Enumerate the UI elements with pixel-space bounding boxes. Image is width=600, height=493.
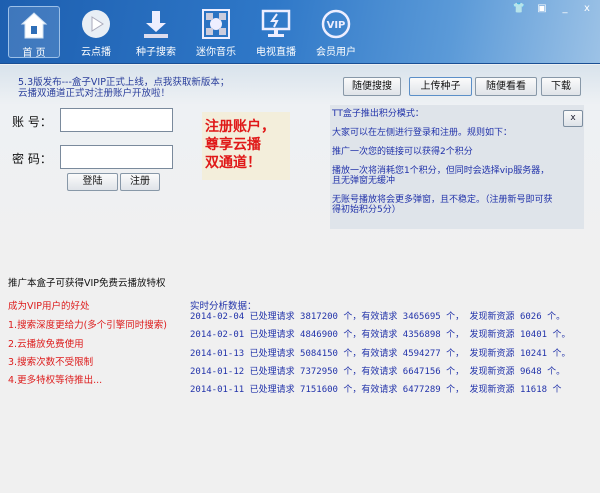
stats-row: 2014-01-11 已处理请求 7151600 个，有效请求 6477289 … xyxy=(190,385,562,395)
stats-row: 2014-01-13 已处理请求 5084150 个，有效请求 4594277 … xyxy=(190,349,571,359)
password-label: 密 码： xyxy=(12,152,52,166)
stats-row: 2014-01-12 已处理请求 7372950 个，有效请求 6647156 … xyxy=(190,367,566,377)
minimize-button[interactable]: _ xyxy=(558,3,572,14)
account-input[interactable] xyxy=(60,108,173,132)
nav-torrent-search[interactable]: 种子搜索 xyxy=(130,6,182,58)
vip-icon: VIP xyxy=(321,9,351,39)
play-icon xyxy=(82,10,110,38)
random-search-button[interactable]: 随便搜搜 xyxy=(343,77,401,96)
panel-close-button[interactable]: x xyxy=(563,110,583,127)
nav-mini-music[interactable]: 迷你音乐 xyxy=(190,6,242,58)
vip-benefit-item: 3.搜索次数不受限制 xyxy=(8,357,94,368)
register-promo[interactable]: 注册账户， 尊享云播 双通道！ xyxy=(202,112,290,180)
password-input[interactable] xyxy=(60,145,173,169)
points-info-panel: TT盒子推出积分模式： 大家可以在左侧进行登录和注册。规则如下： 推广一次您的链… xyxy=(330,105,584,229)
vip-benefit-item: 4.更多特权等待推出... xyxy=(8,375,103,386)
vip-benefit-item: 1.搜索深度更给力(多个引擎同时搜索) xyxy=(8,320,167,331)
random-watch-button[interactable]: 随便看看 xyxy=(475,77,537,96)
account-label: 账 号： xyxy=(12,115,52,129)
main-content: 5.3版发布---盒子VIP正式上线，点我获取新版本； 云播双通道正式对注册账户… xyxy=(0,65,600,493)
register-button[interactable]: 注册 xyxy=(120,173,160,191)
tv-icon xyxy=(261,9,291,37)
nav-vip-user[interactable]: VIP 会员用户 xyxy=(310,6,362,58)
stats-row: 2014-02-01 已处理请求 4846900 个，有效请求 4356898 … xyxy=(190,330,571,340)
nav-tv-live[interactable]: 电视直播 xyxy=(250,6,302,58)
vip-benefit-item: 2.云播放免费使用 xyxy=(8,339,84,350)
nav-cloud-play[interactable]: 云点播 xyxy=(70,6,122,58)
skin-icon[interactable]: 👕 xyxy=(512,3,526,14)
header: 首 页 云点播 种子搜索 迷你音乐 电视直播 VIP 会员用户 👕 ▣ _ x xyxy=(0,0,600,64)
home-icon xyxy=(20,12,48,39)
download-icon xyxy=(144,11,168,38)
download-button[interactable]: 下载 xyxy=(541,77,581,96)
promo-heading: 推广本盒子可获得VIP免费云播放特权 xyxy=(8,278,166,289)
vip-benefit-title: 成为VIP用户的好处 xyxy=(8,301,90,312)
svg-text:VIP: VIP xyxy=(327,20,346,31)
close-button[interactable]: x xyxy=(580,3,594,14)
mini-mode-icon[interactable]: ▣ xyxy=(535,3,549,14)
update-notice-link[interactable]: 5.3版发布---盒子VIP正式上线，点我获取新版本； 云播双通道正式对注册账户… xyxy=(18,77,229,99)
login-button[interactable]: 登陆 xyxy=(67,173,118,191)
music-icon xyxy=(202,9,230,39)
nav-home[interactable]: 首 页 xyxy=(8,6,60,59)
stats-row: 2014-02-04 已处理请求 3817200 个，有效请求 3465695 … xyxy=(190,312,566,322)
upload-torrent-button[interactable]: 上传种子 xyxy=(409,77,472,96)
